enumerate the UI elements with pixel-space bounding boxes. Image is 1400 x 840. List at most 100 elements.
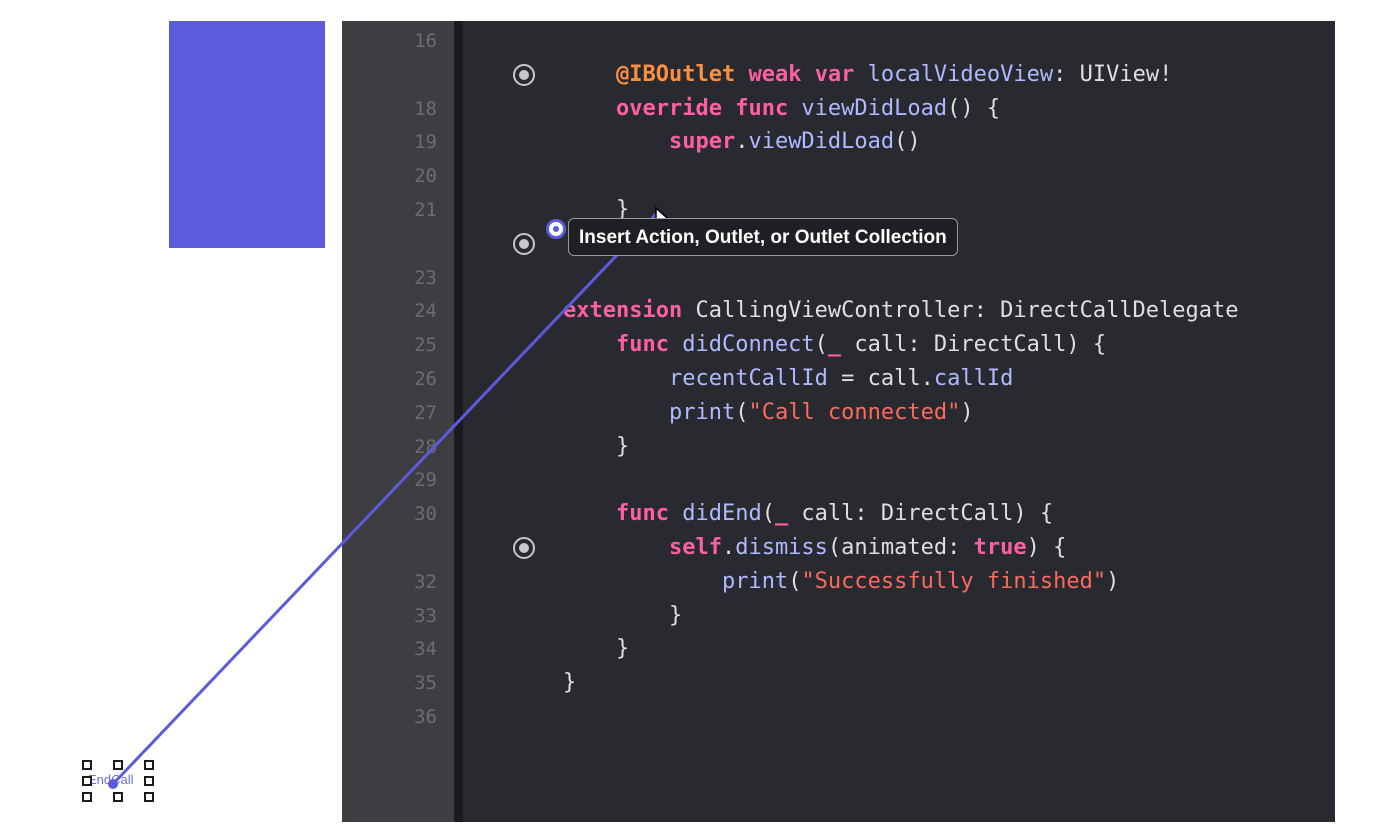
code-text: self.dismiss(animated: true) { [563, 531, 1066, 565]
code-token: true [973, 535, 1027, 560]
code-token: override [615, 95, 722, 121]
code-line[interactable]: 34 } [414, 632, 1335, 666]
resize-handle[interactable] [113, 792, 123, 802]
resize-handle[interactable] [82, 760, 92, 770]
code-token: var [814, 61, 855, 87]
resize-handle[interactable] [82, 792, 92, 802]
code-token: _ [827, 332, 842, 358]
code-text: func didEnd(_ call: DirectCall) { [563, 497, 1053, 531]
code-text: } [563, 632, 629, 666]
code-token: call: DirectCall) { [788, 501, 1054, 527]
resize-handle[interactable] [144, 760, 154, 770]
code-token: ) { [1026, 535, 1067, 560]
code-area[interactable]: 16 17 @IBOutlet weak var localVideoView: … [414, 21, 1335, 822]
code-token: print [721, 568, 789, 594]
code-text: recentCallId = call.callId [563, 362, 1013, 396]
code-token: ) [960, 399, 974, 425]
code-token: () { [947, 95, 1001, 121]
outlet-connection-marker-icon[interactable] [513, 232, 535, 255]
code-token: . [721, 535, 736, 560]
code-token: ( [814, 332, 828, 358]
resize-handle[interactable] [82, 776, 92, 786]
code-line[interactable]: 29 [414, 463, 1335, 497]
code-token: super [668, 129, 736, 155]
insert-connection-icon [546, 219, 566, 239]
code-line[interactable]: 19 super.viewDidLoad() [414, 125, 1335, 159]
resize-handle[interactable] [144, 776, 154, 786]
code-token: _ [774, 501, 789, 527]
code-line[interactable]: 20 [414, 159, 1335, 193]
code-token: recentCallId [668, 366, 828, 391]
code-line[interactable]: 28 } [414, 430, 1335, 464]
code-line[interactable]: 23 [414, 261, 1335, 295]
outlet-connection-marker-icon[interactable] [513, 537, 535, 559]
code-token: } [563, 433, 630, 459]
code-token: localVideoView [854, 61, 1054, 87]
code-token: func [615, 332, 669, 358]
line-number: 24 [414, 300, 437, 323]
code-token: "Call connected" [748, 399, 961, 425]
line-number: 25 [414, 334, 437, 357]
code-text: func didConnect(_ call: DirectCall) { [563, 328, 1106, 362]
code-line[interactable]: 31 self.dismiss(animated: true) { [463, 531, 1335, 565]
outlet-connection-marker-icon[interactable] [513, 63, 535, 86]
code-line[interactable]: 30 func didEnd(_ call: DirectCall) { [414, 497, 1335, 531]
code-line[interactable]: 27 print("Call connected") [414, 396, 1335, 430]
code-line[interactable]: 32 print("Successfully finished") [414, 565, 1335, 599]
line-number: 16 [414, 30, 437, 52]
line-number: 20 [414, 165, 437, 188]
insert-connection-tooltip: Insert Action, Outlet, or Outlet Collect… [568, 218, 958, 256]
selected-element[interactable]: EndCall [82, 760, 156, 802]
line-number: 18 [414, 97, 437, 120]
video-view-block[interactable] [169, 21, 325, 248]
selected-element-label: EndCall [88, 772, 134, 787]
code-token: = call. [827, 366, 934, 391]
line-number: 34 [414, 638, 437, 661]
code-line[interactable]: 35} [414, 666, 1335, 700]
code-text: print("Successfully finished") [563, 565, 1119, 599]
code-line[interactable]: 18 override func viewDidLoad() { [414, 92, 1335, 126]
code-line[interactable]: 36 [414, 700, 1335, 734]
code-token: ) [1106, 568, 1120, 594]
line-number: 33 [414, 604, 437, 627]
code-line[interactable]: 26 recentCallId = call.callId [414, 362, 1335, 396]
code-token: : UIView! [1053, 61, 1173, 87]
line-number: 21 [414, 199, 437, 221]
line-number: 30 [414, 503, 437, 526]
code-token: callId [933, 366, 1014, 391]
interface-builder-canvas: 16 17 @IBOutlet weak var localVideoView: … [0, 0, 1400, 840]
code-token: ( [735, 399, 749, 425]
code-token: print [668, 399, 736, 425]
code-text: override func viewDidLoad() { [563, 92, 1000, 126]
code-token: "Successfully finished" [801, 568, 1107, 594]
code-token: dismiss [735, 535, 828, 560]
code-text: extension CallingViewController: DirectC… [563, 294, 1239, 328]
code-line[interactable]: 33 } [414, 599, 1335, 633]
code-editor[interactable]: 16 17 @IBOutlet weak var localVideoView: … [342, 21, 1335, 822]
code-token: CallingViewController: DirectCallDelegat… [682, 298, 1239, 324]
line-number: 28 [414, 435, 437, 458]
code-text: } [563, 666, 576, 700]
line-number: 35 [414, 672, 437, 695]
code-line[interactable]: 16 [414, 24, 1335, 58]
code-line[interactable]: 17 @IBOutlet weak var localVideoView: UI… [463, 58, 1335, 92]
resize-handle[interactable] [144, 792, 154, 802]
line-number: 19 [414, 131, 437, 154]
code-text: @IBOutlet weak var localVideoView: UIVie… [563, 58, 1172, 92]
code-token: didEnd [668, 501, 762, 527]
code-text: } [563, 599, 682, 633]
code-token: . [735, 129, 749, 155]
resize-handle[interactable] [113, 760, 123, 770]
code-token: ( [788, 568, 802, 594]
code-line[interactable]: 25 func didConnect(_ call: DirectCall) { [414, 328, 1335, 362]
code-line[interactable]: 24 extension CallingViewController: Direc… [414, 294, 1335, 328]
line-number: 27 [414, 401, 437, 424]
